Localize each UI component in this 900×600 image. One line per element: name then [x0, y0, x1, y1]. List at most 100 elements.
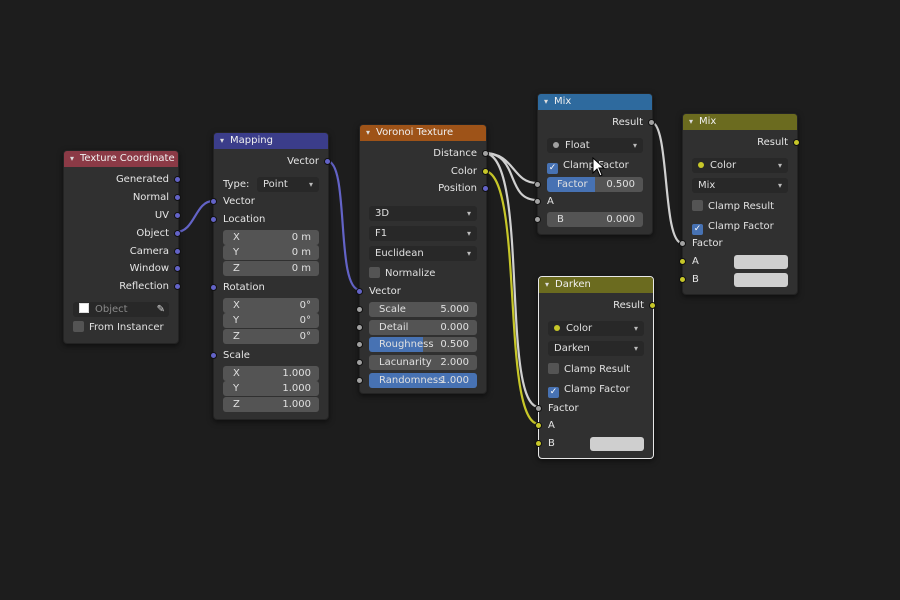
distance-metric-dropdown[interactable]: Euclidean ▾ [369, 246, 477, 261]
detail-field[interactable]: Detail 0.000 [369, 320, 477, 335]
socket-factor[interactable] [679, 240, 686, 247]
clamp-result-checkbox[interactable]: Clamp Result [692, 200, 774, 214]
b-color-swatch[interactable] [590, 437, 644, 451]
socket-randomness[interactable] [356, 377, 363, 384]
object-picker[interactable]: Object ✎ [73, 302, 169, 317]
input-b: B [692, 274, 699, 285]
socket-reflection[interactable] [174, 283, 181, 290]
node-header[interactable]: ▾ Texture Coordinate [64, 151, 178, 167]
blend-mode-dropdown[interactable]: Darken ▾ [548, 341, 644, 356]
clamp-factor-checkbox[interactable]: ✓ Clamp Factor [548, 383, 630, 398]
clamp-factor-checkbox[interactable]: ✓ Clamp Factor [547, 159, 629, 174]
scale-z-field[interactable]: Z 1.000 [223, 397, 319, 412]
socket-result[interactable] [793, 139, 800, 146]
scale-field[interactable]: Scale 5.000 [369, 302, 477, 317]
scale-x-field[interactable]: X 1.000 [223, 366, 319, 381]
node-header[interactable]: ▾ Voronoi Texture [360, 125, 486, 141]
socket-object[interactable] [174, 230, 181, 237]
location-x-field[interactable]: X 0 m [223, 230, 319, 245]
checkbox-box[interactable] [692, 200, 703, 211]
socket-output-vector[interactable] [324, 158, 331, 165]
b-color-swatch[interactable] [734, 273, 788, 287]
socket-rotation[interactable] [210, 284, 217, 291]
chevron-down-icon[interactable]: ▾ [544, 94, 554, 110]
checkbox-box[interactable]: ✓ [547, 163, 558, 174]
lacunarity-field[interactable]: Lacunarity 2.000 [369, 355, 477, 370]
factor-field[interactable]: Factor 0.500 [547, 177, 643, 192]
socket-detail[interactable] [356, 324, 363, 331]
socket-factor[interactable] [535, 405, 542, 412]
data-type-dropdown[interactable]: Color ▾ [548, 321, 644, 336]
roughness-field[interactable]: Roughness 0.500 [369, 337, 477, 352]
socket-a[interactable] [534, 198, 541, 205]
socket-window[interactable] [174, 265, 181, 272]
chevron-down-icon[interactable]: ▾ [366, 125, 376, 141]
socket-factor[interactable] [534, 181, 541, 188]
mix-color-node[interactable]: ▾ Mix Result Color ▾ Mix ▾ Clamp Result ✓ Cl… [679, 113, 800, 295]
checkbox-box[interactable]: ✓ [548, 387, 559, 398]
link-color-to-darken-a [483, 169, 540, 426]
socket-normal[interactable] [174, 194, 181, 201]
normalize-checkbox[interactable]: Normalize [369, 267, 435, 281]
socket-a[interactable] [679, 258, 686, 265]
blend-mode-dropdown[interactable]: Mix ▾ [692, 178, 788, 193]
socket-position[interactable] [482, 185, 489, 192]
clamp-result-checkbox[interactable]: Clamp Result [548, 363, 630, 377]
b-field[interactable]: B 0.000 [547, 212, 643, 227]
randomness-field[interactable]: Randomness 1.000 [369, 373, 477, 388]
node-header[interactable]: ▾ Mix [538, 94, 652, 110]
data-type-dropdown[interactable]: Color ▾ [692, 158, 788, 173]
socket-lacunarity[interactable] [356, 359, 363, 366]
rotation-y-field[interactable]: Y 0° [223, 313, 319, 328]
socket-scale[interactable] [356, 306, 363, 313]
socket-b[interactable] [534, 216, 541, 223]
socket-b[interactable] [679, 276, 686, 283]
socket-scale[interactable] [210, 352, 217, 359]
axis-label: Z [233, 331, 240, 342]
location-z-field[interactable]: Z 0 m [223, 261, 319, 276]
clamp-factor-checkbox[interactable]: ✓ Clamp Factor [692, 220, 774, 235]
node-header[interactable]: ▾ Mapping [214, 133, 328, 149]
from-instancer-checkbox[interactable]: From Instancer [73, 321, 164, 335]
chevron-down-icon[interactable]: ▾ [70, 151, 80, 167]
chevron-down-icon[interactable]: ▾ [220, 133, 230, 149]
checkbox-box[interactable] [548, 363, 559, 374]
socket-generated[interactable] [174, 176, 181, 183]
socket-result[interactable] [649, 302, 656, 309]
location-y-field[interactable]: Y 0 m [223, 245, 319, 260]
data-type-dropdown[interactable]: Float ▾ [547, 138, 643, 153]
socket-result[interactable] [648, 119, 655, 126]
checkbox-box[interactable]: ✓ [692, 224, 703, 235]
dimensions-dropdown[interactable]: 3D ▾ [369, 206, 477, 221]
socket-color[interactable] [482, 168, 489, 175]
type-value: Point [263, 179, 288, 190]
socket-uv[interactable] [174, 212, 181, 219]
socket-camera[interactable] [174, 248, 181, 255]
chevron-down-icon[interactable]: ▾ [689, 114, 699, 130]
checkbox-box[interactable] [369, 267, 380, 278]
socket-input-vector[interactable] [356, 288, 363, 295]
eyedropper-icon[interactable]: ✎ [157, 302, 165, 317]
rotation-x-field[interactable]: X 0° [223, 298, 319, 313]
texture-coordinate-node[interactable]: ▾ Texture Coordinate Generated Normal UV … [63, 150, 181, 344]
socket-location[interactable] [210, 216, 217, 223]
checkbox-box[interactable] [73, 321, 84, 332]
a-color-swatch[interactable] [734, 255, 788, 269]
chevron-down-icon[interactable]: ▾ [545, 277, 555, 293]
type-dropdown[interactable]: Point ▾ [257, 177, 319, 192]
socket-roughness[interactable] [356, 341, 363, 348]
scale-y-field[interactable]: Y 1.000 [223, 381, 319, 396]
socket-distance[interactable] [482, 150, 489, 157]
voronoi-texture-node[interactable]: ▾ Voronoi Texture Distance Color Position… [356, 124, 489, 394]
mapping-node[interactable]: ▾ Mapping Vector Type: Point ▾ Vector Loca… [210, 132, 331, 420]
node-header[interactable]: ▾ Darken [539, 277, 653, 293]
socket-a[interactable] [535, 422, 542, 429]
node-title: Texture Coordinate [80, 153, 175, 164]
node-header[interactable]: ▾ Mix [683, 114, 797, 130]
feature-dropdown[interactable]: F1 ▾ [369, 226, 477, 241]
rotation-z-field[interactable]: Z 0° [223, 329, 319, 344]
socket-input-vector[interactable] [210, 198, 217, 205]
link-distance-to-mix-factor [483, 151, 538, 185]
socket-b[interactable] [535, 440, 542, 447]
darken-node[interactable]: ▾ Darken Result Color ▾ Darken ▾ Clamp Resu… [535, 276, 656, 459]
